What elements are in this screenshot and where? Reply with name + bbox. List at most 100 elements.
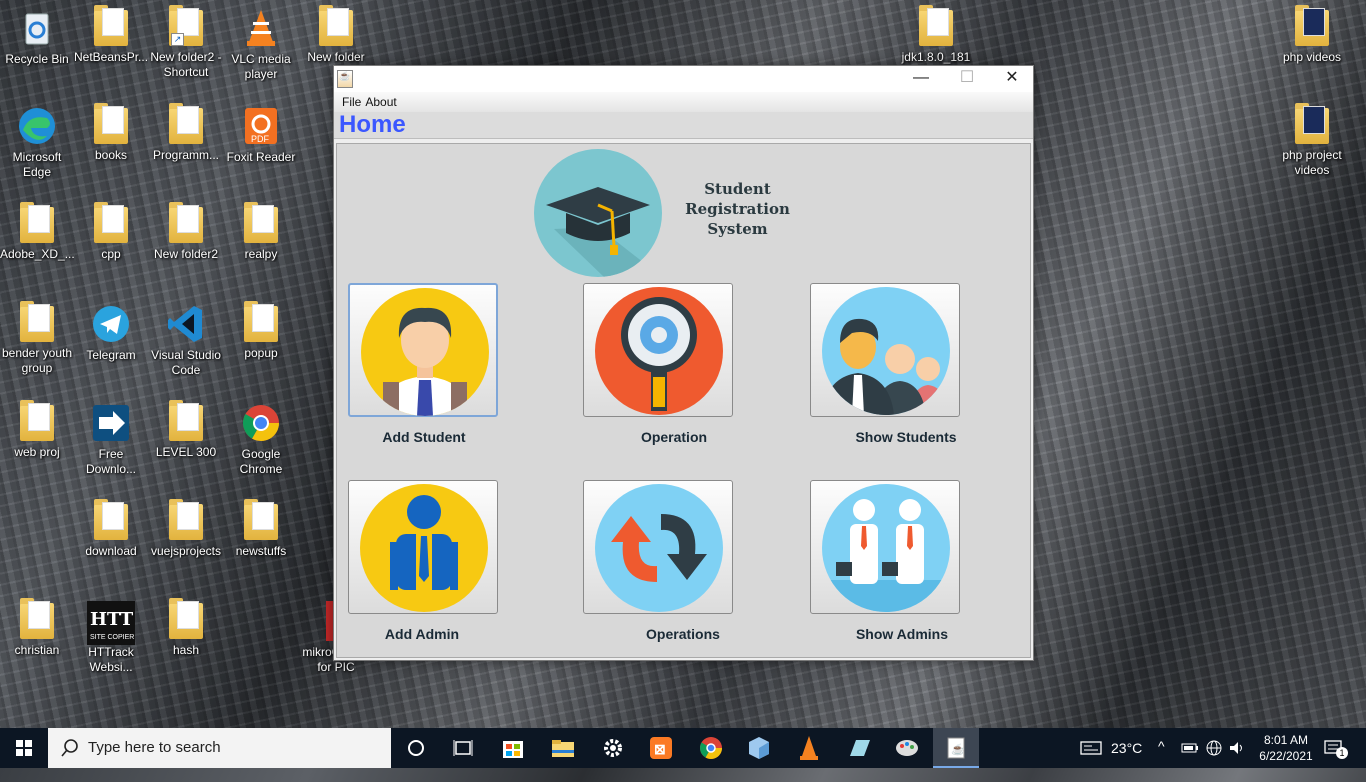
- cortana-button[interactable]: [393, 728, 439, 768]
- battery-icon[interactable]: [1181, 740, 1199, 759]
- desktop-icon-programm[interactable]: Programm...: [149, 103, 223, 163]
- admin-icon: [360, 484, 488, 612]
- desktop-icon-level-300[interactable]: LEVEL 300: [149, 400, 223, 460]
- clock[interactable]: 8:01 AM 6/22/2021: [1256, 732, 1316, 764]
- desktop-icon-christian[interactable]: christian: [0, 598, 74, 658]
- show-admins-button[interactable]: [810, 480, 960, 614]
- desktop-icon-jdk[interactable]: jdk1.8.0_181: [899, 5, 973, 65]
- group-people-icon: [822, 287, 950, 415]
- desktop-icon-vuejsprojects[interactable]: vuejsprojects: [149, 499, 223, 559]
- add-student-button[interactable]: [348, 283, 498, 417]
- app-window[interactable]: ☕ — ☐ ✕ File About Home Student Registrat…: [333, 65, 1034, 661]
- search-box[interactable]: Type here to search: [48, 728, 391, 768]
- desktop-icon-edge[interactable]: Microsoft Edge: [0, 106, 74, 180]
- svg-text:PDF: PDF: [251, 134, 270, 144]
- desktop-icon-books[interactable]: books: [74, 103, 148, 163]
- telegram-icon: [91, 304, 131, 344]
- add-admin-button[interactable]: [348, 480, 498, 614]
- windows-icon: [16, 740, 32, 756]
- desktop-icon-web-proj[interactable]: web proj: [0, 400, 74, 460]
- add-admin-label: Add Admin: [384, 626, 460, 642]
- desktop-icon-bender-youth-group[interactable]: bender youth group: [0, 301, 74, 376]
- minimize-button[interactable]: —: [898, 66, 944, 92]
- desktop-icon-new-folder2-shortcut[interactable]: ↗ New folder2 - Shortcut: [149, 5, 223, 80]
- taskbar-virtualbox[interactable]: [736, 728, 782, 768]
- task-view-button[interactable]: [440, 728, 486, 768]
- taskbar-vlc[interactable]: [786, 728, 832, 768]
- taskbar-chrome[interactable]: [688, 728, 734, 768]
- maximize-button[interactable]: ☐: [944, 66, 990, 92]
- folder-icon: [169, 400, 203, 441]
- java-icon: ☕: [947, 737, 965, 759]
- notification-count: 1: [1336, 747, 1348, 759]
- desktop-icon-foxit[interactable]: PDF Foxit Reader: [224, 106, 298, 165]
- notes-icon: [850, 740, 870, 756]
- desktop-icon-hash[interactable]: hash: [149, 598, 223, 658]
- taskbar-store[interactable]: [490, 728, 536, 768]
- desktop-icon-free-download[interactable]: Free Downlo...: [74, 403, 148, 477]
- student-icon: [361, 288, 489, 416]
- cortana-icon: [408, 740, 424, 756]
- menu-file[interactable]: File: [334, 92, 365, 109]
- vlc-icon: [800, 736, 818, 760]
- chevron-up-icon[interactable]: ^: [1158, 738, 1165, 754]
- desktop-icon-httrack[interactable]: HTT SITE COPIER HTTrack Websi...: [74, 601, 148, 675]
- start-button[interactable]: [0, 728, 48, 768]
- desktop-icon-vscode[interactable]: Visual Studio Code: [149, 304, 223, 378]
- folder-icon: [169, 598, 203, 639]
- show-students-button[interactable]: [810, 283, 960, 417]
- refresh-arrows-icon: [595, 484, 723, 612]
- taskbar-notes[interactable]: [836, 728, 882, 768]
- operation-label: Operation: [640, 429, 708, 445]
- desktop-icon-chrome[interactable]: Google Chrome: [224, 403, 298, 477]
- weather-icon[interactable]: [1080, 739, 1102, 760]
- desktop-icon-new-folder[interactable]: New folder: [299, 5, 373, 65]
- vlc-icon: [241, 8, 281, 48]
- menu-about[interactable]: About: [365, 92, 400, 109]
- taskbar-java-app[interactable]: ☕: [933, 728, 979, 768]
- desktop-icon-realpy[interactable]: realpy: [224, 202, 298, 262]
- svg-text:SITE COPIER: SITE COPIER: [90, 634, 134, 641]
- recycle-bin-icon: [17, 8, 57, 48]
- logo-text: Student Registration System: [685, 180, 790, 238]
- desktop-icon-cpp[interactable]: cpp: [74, 202, 148, 262]
- taskbar-settings[interactable]: [590, 728, 636, 768]
- paint-icon: [896, 740, 918, 756]
- desktop-icon-php-videos[interactable]: php videos: [1275, 5, 1349, 65]
- show-students-label: Show Students: [855, 429, 957, 445]
- taskbar-xampp[interactable]: ⊠: [638, 728, 684, 768]
- operation-button[interactable]: [583, 283, 733, 417]
- temperature[interactable]: 23°C: [1111, 740, 1142, 756]
- folder-icon: [169, 103, 203, 144]
- desktop-icon-download[interactable]: download: [74, 499, 148, 559]
- desktop-icon-new-folder2[interactable]: New folder2: [149, 202, 223, 262]
- svg-text:HTT: HTT: [90, 609, 134, 630]
- title-bar[interactable]: ☕ — ☐ ✕: [334, 66, 1033, 92]
- folder-icon: [244, 301, 278, 342]
- operations-button[interactable]: [583, 480, 733, 614]
- show-admins-label: Show Admins: [855, 626, 949, 642]
- desktop-icon-vlc[interactable]: VLC media player: [224, 8, 298, 82]
- desktop-icon-telegram[interactable]: Telegram: [74, 304, 148, 363]
- taskbar-file-explorer[interactable]: [540, 728, 586, 768]
- volume-icon[interactable]: [1228, 739, 1246, 760]
- taskbar-paint[interactable]: [884, 728, 930, 768]
- desktop-icon-php-project-videos[interactable]: php project videos: [1275, 103, 1349, 178]
- menu-bar: File About: [334, 92, 1033, 112]
- folder-icon: [94, 499, 128, 540]
- desktop-icon-netbeans[interactable]: NetBeansPr...: [74, 5, 148, 65]
- notification-button[interactable]: 1: [1324, 739, 1348, 762]
- gear-icon: [604, 739, 622, 757]
- folder-icon: [169, 202, 203, 243]
- chrome-icon: [700, 737, 722, 759]
- desktop-icon-recycle-bin[interactable]: Recycle Bin: [0, 8, 74, 67]
- home-header: Home: [334, 112, 1033, 139]
- adobe-file-icon: [20, 202, 54, 243]
- desktop-icon-adobe-xd[interactable]: Adobe_XD_...: [0, 202, 74, 262]
- desktop-icon-newstuffs[interactable]: newstuffs: [224, 499, 298, 559]
- close-button[interactable]: ✕: [989, 66, 1035, 92]
- network-globe-icon[interactable]: [1205, 739, 1223, 760]
- cube-icon: [749, 737, 769, 759]
- taskbar: Type here to search ⊠ ☕ 23°C ^ 8:01 AM 6…: [0, 728, 1366, 768]
- desktop-icon-popup[interactable]: popup: [224, 301, 298, 361]
